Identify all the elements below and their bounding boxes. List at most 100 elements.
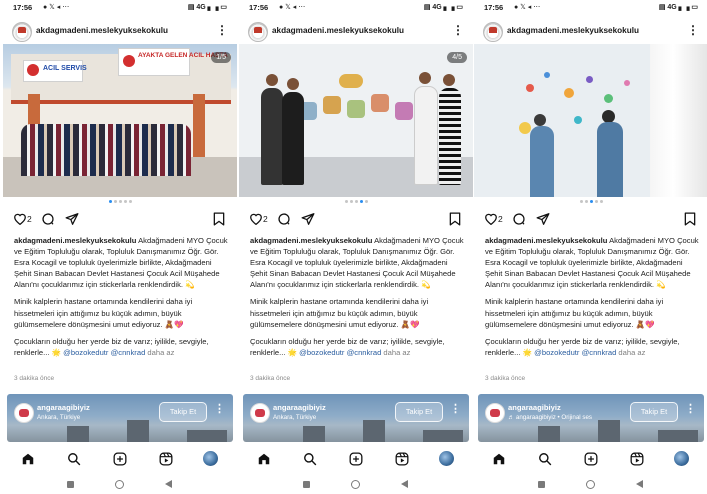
reel-preview[interactable]: angaraagibiyiz Ankara, Türkiye Takip Et … <box>243 394 469 442</box>
post-actions: 2 <box>239 210 473 228</box>
system-nav <box>474 477 707 493</box>
home-icon[interactable] <box>21 452 35 466</box>
profile-avatar[interactable] <box>439 451 454 466</box>
less-link[interactable]: daha az <box>618 348 645 357</box>
mention-link[interactable]: @bozokedutr <box>299 348 344 357</box>
post-photo[interactable]: 4/5 <box>239 44 473 197</box>
mention-link[interactable]: @bozokedutr <box>534 348 579 357</box>
reel-location[interactable]: Ankara, Türkiye <box>37 414 80 421</box>
reel-more-icon[interactable]: ⋮ <box>450 402 461 415</box>
bottom-nav <box>239 446 473 472</box>
create-icon[interactable] <box>113 452 127 466</box>
reel-audio[interactable]: ♬ angaraagibiyiz • Orijinal ses <box>508 414 592 421</box>
home-system-icon[interactable] <box>351 480 360 489</box>
bookmark-icon[interactable] <box>449 212 461 226</box>
profile-avatar[interactable] <box>674 451 689 466</box>
more-options-icon[interactable]: ⋮ <box>687 23 699 37</box>
reel-preview[interactable]: angaraagibiyiz Ankara, Türkiye Takip Et … <box>7 394 233 442</box>
mention-link-2[interactable]: @cnnkrad <box>111 348 146 357</box>
recents-icon[interactable] <box>67 481 74 488</box>
post-screen-3: 17:56 ● 𝕏 ◂ ⋯ ▤ 4G ▖▗ ▭ akdagmadeni.mesl… <box>474 0 707 494</box>
reel-more-icon[interactable]: ⋮ <box>685 402 696 415</box>
account-avatar[interactable] <box>483 22 503 42</box>
reel-avatar[interactable] <box>14 403 34 423</box>
reel-more-icon[interactable]: ⋮ <box>214 402 225 415</box>
caption-username[interactable]: akdagmadeni.meslekyuksekokulu <box>14 236 136 245</box>
more-options-icon[interactable]: ⋮ <box>216 23 228 37</box>
recents-icon[interactable] <box>538 481 545 488</box>
caption-username[interactable]: akdagmadeni.meslekyuksekokulu <box>250 236 372 245</box>
like-count[interactable]: 2 <box>27 214 32 224</box>
home-icon[interactable] <box>492 452 506 466</box>
caption-text-2: Minik kalplerin hastane ortamında kendil… <box>250 297 429 329</box>
comment-icon[interactable] <box>512 212 526 226</box>
mention-link-2[interactable]: @cnnkrad <box>582 348 617 357</box>
account-username[interactable]: akdagmadeni.meslekyuksekokulu <box>36 26 168 35</box>
profile-avatar[interactable] <box>203 451 218 466</box>
follow-button[interactable]: Takip Et <box>159 402 207 422</box>
account-avatar[interactable] <box>248 22 268 42</box>
account-username[interactable]: akdagmadeni.meslekyuksekokulu <box>272 26 404 35</box>
status-time: 17:56 <box>249 3 269 12</box>
create-icon[interactable] <box>584 452 598 466</box>
bookmark-icon[interactable] <box>684 212 696 226</box>
heart-icon[interactable] <box>484 212 498 225</box>
back-icon[interactable] <box>636 480 643 488</box>
status-bar: 17:56 ● 𝕏 ◂ ⋯ ▤ 4G ▖▗ ▭ <box>3 0 237 16</box>
search-icon[interactable] <box>67 452 81 466</box>
reel-avatar[interactable] <box>485 403 505 423</box>
comment-icon[interactable] <box>277 212 291 226</box>
account-avatar[interactable] <box>12 22 32 42</box>
reel-preview[interactable]: angaraagibiyiz ♬ angaraagibiyiz • Orijin… <box>478 394 704 442</box>
home-system-icon[interactable] <box>115 480 124 489</box>
carousel-dots <box>239 200 473 206</box>
search-icon[interactable] <box>538 452 552 466</box>
heart-icon[interactable] <box>13 212 27 225</box>
home-icon[interactable] <box>257 452 271 466</box>
photo-sign-text: ACIL SERVIS <box>43 65 87 72</box>
post-photo[interactable] <box>474 44 707 197</box>
reel-location[interactable]: Ankara, Türkiye <box>273 414 316 421</box>
heart-icon[interactable] <box>249 212 263 225</box>
reel-username[interactable]: angaraagibiyiz <box>508 403 561 412</box>
more-options-icon[interactable]: ⋮ <box>452 23 464 37</box>
post-actions: 2 <box>3 210 237 228</box>
share-icon[interactable] <box>536 212 550 226</box>
caption-username[interactable]: akdagmadeni.meslekyuksekokulu <box>485 236 607 245</box>
comment-icon[interactable] <box>41 212 55 226</box>
account-username[interactable]: akdagmadeni.meslekyuksekokulu <box>507 26 639 35</box>
reel-username[interactable]: angaraagibiyiz <box>273 403 326 412</box>
status-time: 17:56 <box>13 3 33 12</box>
post-actions: 2 <box>474 210 707 228</box>
follow-button[interactable]: Takip Et <box>395 402 443 422</box>
caption-text-2: Minik kalplerin hastane ortamında kendil… <box>14 297 193 329</box>
mention-link-2[interactable]: @cnnkrad <box>347 348 382 357</box>
notification-icons: ● 𝕏 ◂ ⋯ <box>279 4 306 11</box>
back-icon[interactable] <box>165 480 172 488</box>
mention-link[interactable]: @bozokedutr <box>63 348 108 357</box>
share-icon[interactable] <box>65 212 79 226</box>
recents-icon[interactable] <box>303 481 310 488</box>
create-icon[interactable] <box>349 452 363 466</box>
post-photo[interactable]: ACIL SERVIS AYAKTA GELEN ACIL HASTA 1/5 <box>3 44 237 197</box>
photo-wall-stickers <box>239 44 473 197</box>
status-right: ▤ 4G ▖▗ ▭ <box>423 4 463 11</box>
share-icon[interactable] <box>301 212 315 226</box>
carousel-dots <box>474 200 707 206</box>
reels-icon[interactable] <box>395 452 409 466</box>
search-icon[interactable] <box>303 452 317 466</box>
bookmark-icon[interactable] <box>213 212 225 226</box>
back-icon[interactable] <box>401 480 408 488</box>
post-screen-2: 17:56 ● 𝕏 ◂ ⋯ ▤ 4G ▖▗ ▭ akdagmadeni.mesl… <box>239 0 473 494</box>
like-count[interactable]: 2 <box>263 214 268 224</box>
reels-icon[interactable] <box>159 452 173 466</box>
reels-icon[interactable] <box>630 452 644 466</box>
reel-avatar[interactable] <box>250 403 270 423</box>
post-timestamp: 3 dakika önce <box>14 375 55 382</box>
home-system-icon[interactable] <box>586 480 595 489</box>
reel-username[interactable]: angaraagibiyiz <box>37 403 90 412</box>
less-link[interactable]: daha az <box>383 348 410 357</box>
like-count[interactable]: 2 <box>498 214 503 224</box>
less-link[interactable]: daha az <box>147 348 174 357</box>
follow-button[interactable]: Takip Et <box>630 402 678 422</box>
